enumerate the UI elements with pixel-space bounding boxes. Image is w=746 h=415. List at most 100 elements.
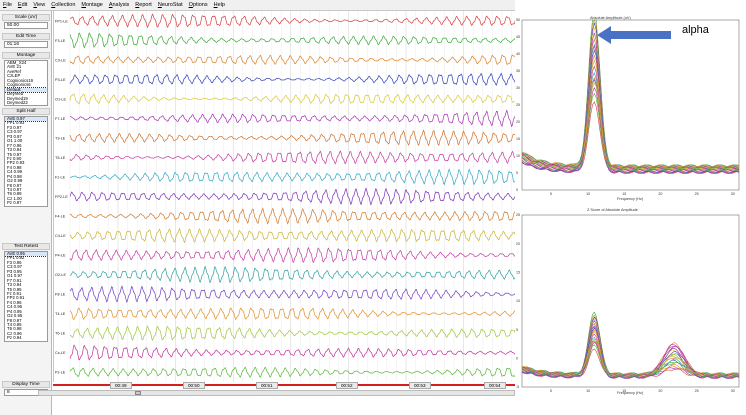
montage-list[interactable]: ABM_X24 AVE 21 AveRef CzLEP Cognionics19 Cogn…	[4, 60, 48, 106]
edit-time-label: Edit Time	[2, 33, 50, 40]
edit-time-input[interactable]: 01:16	[4, 41, 48, 48]
test-retest-list[interactable]: AVE 0.95 FP1 0.92 F3 0.96 C3 0.97 P3 0.95 O1 …	[4, 251, 48, 342]
time-label-4: 00:52	[336, 382, 358, 389]
eeg-trace	[69, 207, 516, 225]
time-label-2: 00:50	[183, 382, 205, 389]
test-retest-item[interactable]: Pz 0.94	[5, 335, 47, 340]
y-tick-label: 50	[516, 18, 520, 22]
menu-help[interactable]: Help	[214, 2, 225, 8]
eeg-trace	[69, 109, 516, 128]
channel-label: T6-LE	[55, 332, 66, 336]
y-tick-label: 20	[516, 120, 520, 124]
y-tick-label: 45	[516, 35, 520, 39]
eeg-trace	[69, 246, 516, 264]
top-xlabel: Frequency (Hz)	[617, 197, 644, 201]
spectrum-panel: Absolute Amplitude (uV) 5 10 15 20 25 30 0 5 10 1…	[515, 0, 746, 415]
x-tick-label: 5	[550, 389, 552, 393]
bottom-xlabel: Frequency (Hz)	[617, 391, 644, 395]
menu-view[interactable]: View	[33, 2, 45, 8]
menu-options[interactable]: Options	[189, 2, 208, 8]
eeg-trace	[69, 265, 516, 284]
menu-montage[interactable]: Montage	[81, 2, 102, 8]
y-tick-label: 25	[516, 103, 520, 107]
x-tick-label: 25	[695, 389, 699, 393]
y-tick-label: 10	[516, 154, 520, 158]
eeg-trace	[69, 168, 516, 186]
y-tick-label: 5	[516, 171, 518, 175]
y-tick-label: 35	[516, 69, 520, 73]
x-tick-label: 5	[550, 192, 552, 196]
alpha-arrow	[597, 26, 671, 44]
control-panel: Scale (uV) 50.00 Edit Time 01:16 Montage…	[0, 11, 52, 415]
channel-label: T3-LE	[55, 136, 66, 140]
eeg-trace	[69, 325, 516, 342]
x-tick-label: 10	[586, 192, 590, 196]
test-retest-label: Test Retest	[2, 243, 50, 250]
menu-analysis[interactable]: Analysis	[109, 2, 129, 8]
menu-report[interactable]: Report	[135, 2, 152, 8]
channel-label: O1-LE	[55, 97, 66, 101]
time-label-3: 00:51	[256, 382, 278, 389]
scale-label: Scale (uV)	[2, 14, 50, 21]
time-label-6: 00:54	[484, 382, 506, 389]
y-tick-label: 20	[516, 242, 520, 246]
y-tick-label: 40	[516, 52, 520, 56]
eeg-trace	[69, 366, 516, 378]
eeg-trace	[69, 187, 516, 206]
eeg-trace	[69, 93, 516, 105]
y-tick-label: 15	[516, 137, 520, 141]
menu-bar: File Edit View Collection Montage Analys…	[0, 0, 515, 11]
montage-item[interactable]: Deymed22	[5, 100, 47, 105]
eeg-trace	[69, 227, 516, 244]
eeg-trace	[69, 129, 516, 147]
zscore-plot: 5 10 15 20 25 30-50510152025	[516, 213, 740, 393]
menu-neurostat[interactable]: NeuroStat	[158, 2, 183, 8]
x-tick-label: 20	[658, 389, 662, 393]
eeg-trace	[69, 307, 516, 321]
y-tick-label: 10	[516, 299, 520, 303]
channel-label: FP1-LE	[55, 19, 68, 23]
channel-label: Fz-LE	[55, 175, 66, 179]
time-axis: 00:49 00:50 00:51 00:52 00:53 00:54	[53, 382, 515, 389]
channel-label: Cz-LE	[55, 351, 66, 355]
split-half-label: Split Half	[2, 108, 50, 115]
time-label-1: 00:49	[110, 382, 132, 389]
alpha-annotation: alpha	[682, 24, 709, 36]
split-half-list[interactable]: AVE 0.97 FP1 0.93 F3 0.97 C3 0.97 P3 0.97 O1 …	[4, 116, 48, 207]
time-scrollbar[interactable]	[38, 390, 515, 396]
y-tick-label: 0	[516, 188, 518, 192]
y-tick-label: 30	[516, 86, 520, 90]
channel-label: O2-LE	[55, 273, 66, 277]
y-tick-label: -5	[516, 385, 519, 389]
scale-input[interactable]: 50.00	[4, 22, 48, 29]
neuroguide-window: File Edit View Collection Montage Analys…	[0, 0, 746, 415]
y-tick-label: 25	[516, 213, 520, 217]
menu-collection[interactable]: Collection	[51, 2, 75, 8]
time-label-5: 00:53	[409, 382, 431, 389]
channel-label: F3-LE	[55, 39, 66, 43]
channel-label: P4-LE	[55, 254, 66, 258]
x-tick-label: 25	[695, 192, 699, 196]
channel-label: F7-LE	[55, 117, 66, 121]
eeg-trace	[69, 32, 516, 49]
y-tick-label: 0	[516, 357, 518, 361]
channel-label: T4-LE	[55, 312, 66, 316]
channel-label: F8-LE	[55, 293, 66, 297]
channel-label: C4-LE	[55, 234, 66, 238]
plot-frame	[521, 214, 740, 388]
split-half-item[interactable]: Pz 0.97	[5, 200, 47, 205]
eeg-traces-svg: FP1-LE F3-LE C3-LE P3-LE O1-LE F7-LE T3-LE T5-L…	[55, 11, 516, 382]
x-tick-label: 30	[731, 389, 735, 393]
eeg-trace-area[interactable]: FP1-LE F3-LE C3-LE P3-LE O1-LE F7-LE T3-LE T5-L…	[53, 11, 516, 382]
scrollbar-thumb[interactable]	[135, 391, 141, 395]
channel-label: F4-LE	[55, 215, 66, 219]
channel-label: P3-LE	[55, 78, 66, 82]
y-tick-label: 5	[516, 328, 518, 332]
eeg-trace	[69, 285, 516, 304]
channel-label: Pz-LE	[55, 371, 66, 375]
menu-edit[interactable]: Edit	[18, 2, 27, 8]
menu-file[interactable]: File	[3, 2, 12, 8]
montage-label: Montage	[2, 52, 50, 59]
x-tick-label: 30	[731, 192, 735, 196]
eeg-trace	[69, 72, 516, 86]
